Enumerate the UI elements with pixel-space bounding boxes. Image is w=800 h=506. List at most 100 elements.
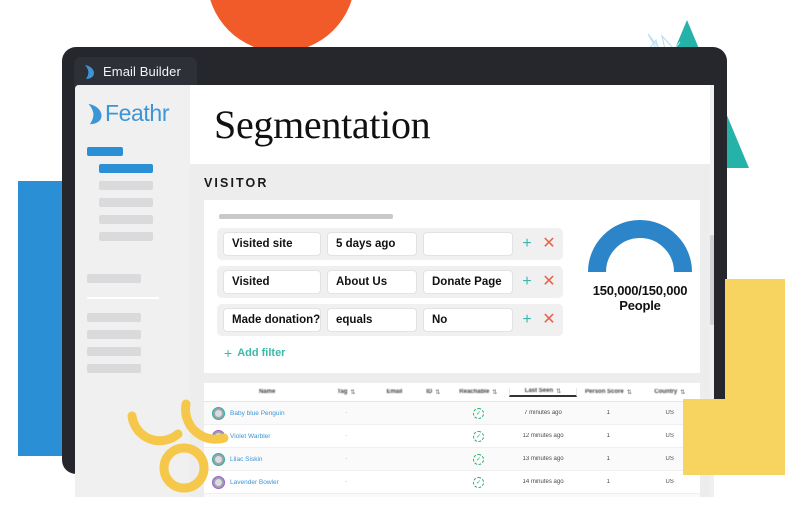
tag-cell: - (345, 479, 348, 485)
person-score-cell: 1 (606, 410, 610, 416)
section-label: VISITOR (204, 176, 269, 190)
last-seen-cell: 7 minutes ago (524, 410, 562, 416)
yellow-rings-decoration (127, 399, 229, 493)
table-row[interactable]: Baby blue Penguin - ✓ 7 minutes ago 1 US (204, 402, 700, 425)
table-row[interactable]: Olive Albatross-−14 minutes ago1US (204, 494, 700, 497)
brand-name: Feathr (105, 100, 170, 126)
loading-placeholder-bar (219, 214, 393, 219)
sidebar-nav-placeholder-8[interactable] (87, 313, 141, 322)
remove-filter-icon[interactable]: ✕ (541, 236, 557, 252)
filter-row: Made donation? equals No + ✕ (217, 304, 563, 336)
last-seen-cell: 12 minutes ago (522, 433, 564, 439)
table-header-label: ID (426, 389, 433, 395)
page-title: Segmentation (214, 102, 431, 147)
feathr-feather-icon (85, 64, 94, 79)
filter-row: Visited About Us Donate Page + ✕ (217, 266, 563, 298)
plus-icon: + (224, 345, 233, 361)
promo-illustration: Email Builder Feathr Segmentation VISITO… (0, 0, 800, 506)
table-header-country[interactable]: Country ⇅ (639, 389, 700, 396)
sidebar-nav-placeholder-11[interactable] (87, 364, 141, 373)
table-row[interactable]: Lavender Bowler - ✓ 14 minutes ago 1 US (204, 471, 700, 494)
sidebar-nav-placeholder-1[interactable] (99, 164, 153, 173)
table-header-label: Last Seen (524, 388, 554, 394)
last-seen-cell: 13 minutes ago (522, 456, 564, 462)
filter-operator-chip[interactable]: About Us (327, 270, 417, 294)
remove-filter-icon[interactable]: ✕ (541, 274, 557, 290)
filter-list: Visited site5 days ago.+✕VisitedAbout Us… (217, 212, 563, 361)
table-header-label: Name (258, 389, 276, 395)
table-header-email[interactable]: Email (370, 389, 418, 395)
audience-gauge: 150,000/150,000 People (573, 212, 707, 361)
tag-cell: - (345, 410, 348, 416)
browser-tab-label: Email Builder (103, 64, 181, 79)
reachable-check-icon: ✓ (473, 476, 485, 488)
reachable-check-icon: ✓ (473, 407, 485, 419)
filter-value-chip[interactable]: Donate Page (423, 270, 513, 294)
table-header-name[interactable]: Name (204, 389, 322, 395)
sidebar-nav-placeholder-9[interactable] (87, 330, 141, 339)
reachable-cell: ✓ (448, 453, 509, 465)
sidebar-nav-placeholder-6[interactable] (87, 274, 141, 283)
remove-filter-icon[interactable]: ✕ (541, 312, 557, 328)
table-header-id[interactable]: ID ⇅ (419, 389, 449, 396)
filter-row: Visited site5 days ago. + ✕ (217, 228, 563, 260)
sidebar-nav-placeholder-4[interactable] (99, 215, 153, 224)
tag-cell: - (345, 456, 348, 462)
table-header-reachable[interactable]: Reachable ⇅ (448, 389, 509, 396)
table-header-person-score[interactable]: Person Score ⇅ (577, 389, 639, 396)
browser-tab[interactable]: Email Builder (74, 57, 197, 86)
add-condition-icon[interactable]: + (519, 274, 535, 290)
filter-rows: Visited site5 days ago.+✕VisitedAbout Us… (217, 228, 563, 336)
add-condition-icon[interactable]: + (519, 236, 535, 252)
add-filter-label: Add filter (237, 347, 286, 359)
table-body: Baby blue Penguin - ✓ 7 minutes ago 1 US Viole… (204, 402, 700, 497)
table-header-label: Country (654, 389, 678, 395)
table-header-tag[interactable]: Tag ⇅ (322, 389, 370, 396)
sort-icon[interactable]: ⇅ (556, 388, 561, 395)
filter-value-chip[interactable]: . (423, 232, 513, 256)
feathr-feather-icon (88, 103, 102, 124)
gauge-label: 150,000/150,000 People (593, 283, 688, 314)
table-header-label: Person Score (585, 389, 624, 395)
table-row[interactable]: Violet Warbler - ✓ 12 minutes ago 1 US (204, 425, 700, 448)
tag-cell: - (345, 433, 348, 439)
filter-value-chip[interactable]: No (423, 308, 513, 332)
sort-icon[interactable]: ⇅ (350, 389, 355, 396)
last-seen-cell: 14 minutes ago (522, 479, 564, 485)
reachable-check-icon: ✓ (473, 430, 485, 442)
sidebar-nav-placeholder-7 (87, 297, 159, 299)
filter-field-chip[interactable]: Made donation? (223, 308, 321, 332)
sort-icon[interactable]: ⇅ (435, 389, 440, 396)
scrollbar-thumb[interactable] (710, 235, 714, 325)
gauge-count-text: 150,000/150,000 (592, 283, 688, 298)
sort-icon[interactable]: ⇅ (492, 389, 497, 396)
filter-field-chip[interactable]: Visited site (223, 232, 321, 256)
filter-field-chip[interactable]: Visited (223, 270, 321, 294)
sidebar-nav-placeholder-2[interactable] (99, 181, 153, 190)
sidebar-nav-placeholder-0[interactable] (87, 147, 123, 156)
reachable-check-icon: ✓ (473, 453, 485, 465)
sort-icon[interactable]: ⇅ (627, 389, 632, 396)
sort-icon[interactable]: ⇅ (680, 389, 685, 396)
add-filter-button[interactable]: + Add filter (217, 342, 563, 361)
table-header-row: Name Tag ⇅ Email ID ⇅ Reachable ⇅ Last Seen ⇅ Pers… (204, 383, 700, 402)
table-header-last-seen[interactable]: Last Seen ⇅ (508, 387, 578, 397)
reachable-cell: ✓ (448, 430, 509, 442)
filter-operator-chip[interactable]: 5 days ago (327, 232, 417, 256)
table-header-label: Tag (337, 389, 348, 395)
table-header-label: Email (386, 389, 403, 395)
person-score-cell: 1 (606, 433, 610, 439)
add-condition-icon[interactable]: + (519, 312, 535, 328)
gauge-unit-text: People (619, 298, 661, 314)
person-score-cell: 1 (606, 456, 610, 462)
table-row[interactable]: Lilac Siskin - ✓ 13 minutes ago 1 US (204, 448, 700, 471)
table-header-label: Reachable (459, 389, 490, 395)
sidebar-nav-placeholder-3[interactable] (99, 198, 153, 207)
sidebar-nav-placeholder-5[interactable] (99, 232, 153, 241)
yellow-rectangle-lower-decoration (683, 399, 785, 475)
filter-operator-chip[interactable]: equals (327, 308, 417, 332)
filter-builder: Visited site5 days ago.+✕VisitedAbout Us… (204, 200, 700, 373)
sidebar-nav-placeholder-10[interactable] (87, 347, 141, 356)
gauge-chart (588, 220, 692, 273)
reachable-cell: ✓ (448, 476, 509, 488)
